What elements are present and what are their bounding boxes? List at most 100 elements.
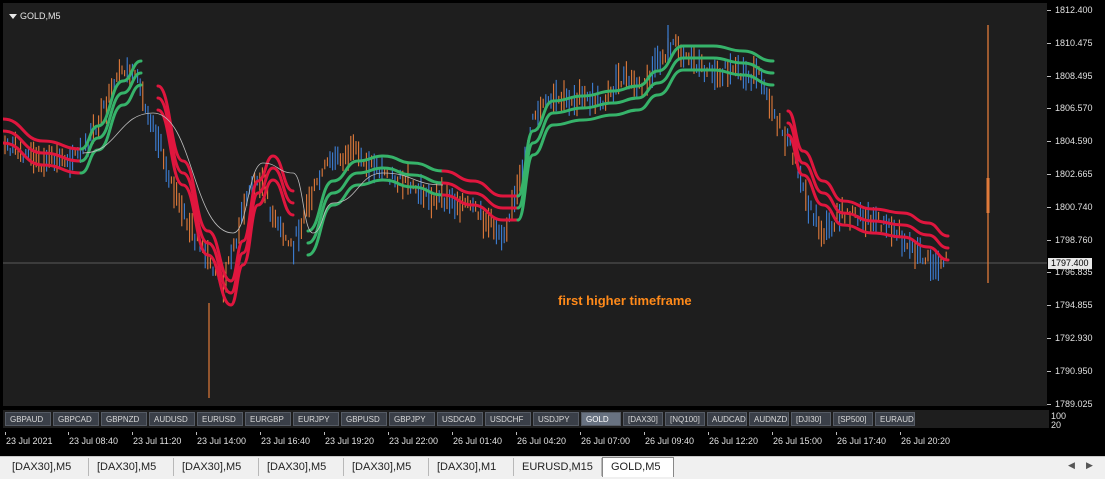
ma-band-upper [441,169,520,198]
ma-band-upper [516,44,775,198]
chart-tab[interactable]: [DAX30],M5 [89,458,174,476]
symbol-button-dax30[interactable]: [DAX30] [623,412,663,426]
time-tick [5,432,6,435]
time-axis-label: 26 Jul 12:20 [709,436,759,446]
chart-tab[interactable]: [DAX30],M5 [174,458,259,476]
symbol-button-gbpjpy[interactable]: GBPJPY [389,412,435,426]
symbol-button-sp500[interactable]: [SP500] [833,412,873,426]
symbol-button-gold[interactable]: GOLD [581,412,621,426]
time-tick [388,432,389,435]
price-axis-label: 1808.495 [1055,70,1093,81]
ma-band-upper [306,154,445,233]
price-chart-area[interactable]: GOLD,M5 first higher timeframe [3,3,1047,406]
symbol-button-euraud[interactable]: EURAUD [875,412,915,426]
price-tick [1047,174,1051,175]
price-axis-label: 1800.740 [1055,201,1093,212]
time-axis-label: 26 Jul 07:00 [581,436,631,446]
chart-title[interactable]: GOLD,M5 [9,11,61,21]
price-axis-label: 1792.930 [1055,333,1093,343]
price-axis-label: 1806.570 [1055,103,1093,114]
symbol-button-gbpusd[interactable]: GBPUSD [341,412,387,426]
ma-band-middle [79,71,143,163]
price-tick [1047,10,1051,11]
symbol-button-audcad[interactable]: AUDCAD [707,412,747,426]
time-axis-label: 26 Jul 01:40 [453,436,503,446]
chart-tab[interactable]: [DAX30],M5 [344,458,429,476]
scroll-right-icon[interactable]: ▶ [1086,460,1093,471]
time-tick [516,432,517,435]
time-tick [708,432,709,435]
price-tick [1047,403,1051,405]
symbol-button-usdchf[interactable]: USDCHF [485,412,531,426]
price-axis-label: 1798.760 [1055,234,1093,245]
time-tick [260,432,261,435]
price-chart-svg [3,25,1047,398]
symbol-button-gbpaud[interactable]: GBPAUD [5,412,51,426]
chart-tab[interactable]: [DAX30],M1 [429,458,514,476]
time-axis-label: 26 Jul 04:20 [517,436,567,446]
time-axis-label: 26 Jul 20:20 [901,436,951,446]
price-axis-label: 1804.590 [1055,136,1093,147]
time-axis-label: 23 Jul 19:20 [325,436,375,446]
price-axis-label: 1794.855 [1055,300,1093,311]
price-tick [1047,141,1051,143]
price-axis: 1797.400 1812.400 1810.475 1808.495 1806.57… [1047,0,1105,456]
time-axis-label: 23 Jul 22:00 [389,436,439,446]
chart-window[interactable]: GOLD,M5 first higher timeframe 1797.400 … [0,0,1105,456]
time-tick [324,432,325,435]
symbol-button-eurjpy[interactable]: EURJPY [293,412,339,426]
indicator-scale: 100 20 [1051,412,1066,430]
ma-band-lower [786,133,950,262]
chart-tab[interactable]: [DAX30],M5 [259,458,344,476]
symbol-switcher-bar: GBPAUD GBPCAD GBPNZD AUDUSD EURUSD EURGBP EURJ… [3,410,1049,428]
symbol-button-dji30[interactable]: [DJI30] [791,412,831,426]
price-tick [1047,239,1051,241]
symbol-button-eurusd[interactable]: EURUSD [197,412,243,426]
symbol-button-usdjpy[interactable]: USDJPY [533,412,579,426]
time-tick [900,432,901,435]
chart-tab[interactable]: GOLD,M5 [602,457,674,477]
symbol-button-nq100[interactable]: [NQ100] [665,412,705,426]
price-tick [1047,370,1051,372]
symbol-button-eurgbp[interactable]: EURGBP [245,412,291,426]
time-tick [836,432,837,435]
scroll-left-icon[interactable]: ◀ [1068,460,1075,471]
chart-tab[interactable]: [DAX30],M5 [4,458,89,476]
symbol-button-audusd[interactable]: AUDUSD [149,412,195,426]
symbol-button-audnzd[interactable]: AUDNZD [749,412,789,426]
time-axis-label: 23 Jul 11:20 [133,436,182,446]
price-axis-label: 1812.400 [1055,5,1093,15]
symbol-button-gbpnzd[interactable]: GBPNZD [101,412,147,426]
time-axis-label: 26 Jul 15:00 [773,436,823,446]
chart-tab[interactable]: EURUSD,M15 [514,458,602,476]
chart-tab-bar: ◀ ▶ [DAX30],M5 [DAX30],M5 [DAX30],M5 [DAX30… [0,456,1105,479]
time-tick [132,432,133,435]
chart-annotation: first higher timeframe [558,293,692,308]
time-axis-label: 23 Jul 14:00 [197,436,247,446]
chart-symbol-label: GOLD,M5 [20,11,61,21]
price-tick [1047,42,1051,44]
symbol-button-usdcad[interactable]: USDCAD [437,412,483,426]
time-axis-label: 26 Jul 09:40 [645,436,695,446]
time-tick [196,432,197,435]
price-axis-label: 1810.475 [1055,37,1093,48]
time-axis-label: 26 Jul 17:40 [837,436,887,446]
price-tick [1047,305,1051,307]
price-axis-label: 1790.950 [1055,365,1093,376]
dropdown-triangle-icon[interactable] [9,13,17,19]
time-tick [452,432,453,435]
price-tick [1047,75,1051,77]
time-axis-label: 23 Jul 08:40 [69,436,119,446]
ma-band-upper [79,59,143,151]
price-tick [1047,206,1051,208]
price-tick [1047,338,1051,339]
price-axis-label: 1802.665 [1055,169,1093,179]
time-axis-label: 23 Jul 16:40 [261,436,311,446]
time-tick [68,432,69,435]
indicator-scale-bottom: 20 [1051,420,1062,430]
time-tick [644,432,645,435]
symbol-button-gbpcad[interactable]: GBPCAD [53,412,99,426]
time-axis: 23 Jul 2021 23 Jul 08:40 23 Jul 11:20 23 Ju… [3,432,1047,446]
time-tick [772,432,773,435]
ma-band-upper [156,84,295,283]
